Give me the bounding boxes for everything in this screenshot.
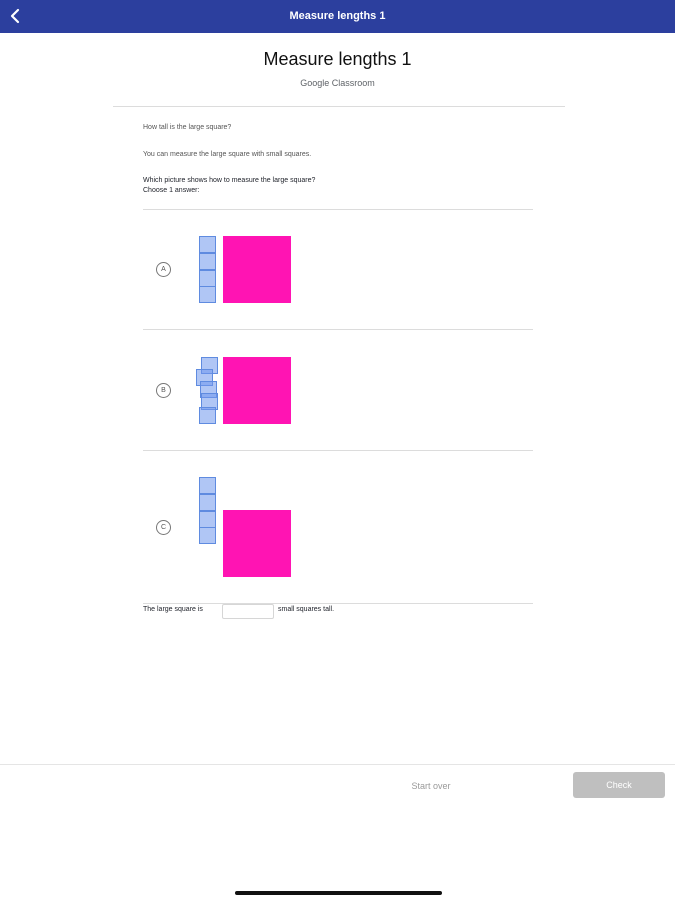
option-a-radio[interactable]: A [156, 262, 171, 277]
heading-divider [113, 106, 565, 107]
answer-input[interactable] [222, 604, 274, 619]
start-over-button[interactable]: Start over [398, 778, 464, 794]
small-square [199, 270, 216, 287]
option-a[interactable]: A [143, 210, 533, 330]
option-b-radio[interactable]: B [156, 383, 171, 398]
footer-divider [0, 764, 675, 765]
option-c[interactable]: C [143, 451, 533, 577]
question-hint: You can measure the large square with sm… [143, 151, 312, 158]
large-square [223, 236, 291, 303]
check-button[interactable]: Check [573, 772, 665, 798]
small-square [199, 511, 216, 528]
small-square [199, 253, 216, 270]
choose-one-label: Choose 1 answer: [143, 187, 200, 194]
option-c-radio[interactable]: C [156, 520, 171, 535]
small-square [199, 477, 216, 494]
question-prompt: How tall is the large square? [143, 124, 232, 131]
home-indicator [235, 891, 442, 895]
option-b[interactable]: B [143, 330, 533, 450]
small-square [199, 286, 216, 303]
answer-suffix: small squares tall. [278, 606, 335, 613]
answer-prefix: The large square is [143, 606, 203, 613]
page-title: Measure lengths 1 [263, 49, 412, 69]
small-square [199, 236, 216, 253]
top-bar-title: Measure lengths 1 [289, 10, 386, 22]
small-square [199, 494, 216, 511]
options-bottom-divider [143, 603, 533, 604]
small-square [199, 527, 216, 544]
top-bar: Measure lengths 1 [0, 0, 675, 33]
large-square [223, 357, 291, 424]
small-square [199, 407, 216, 424]
question-instruction: Which picture shows how to measure the l… [143, 177, 316, 184]
large-square [223, 510, 291, 577]
page-subtitle: Google Classroom [300, 78, 375, 88]
